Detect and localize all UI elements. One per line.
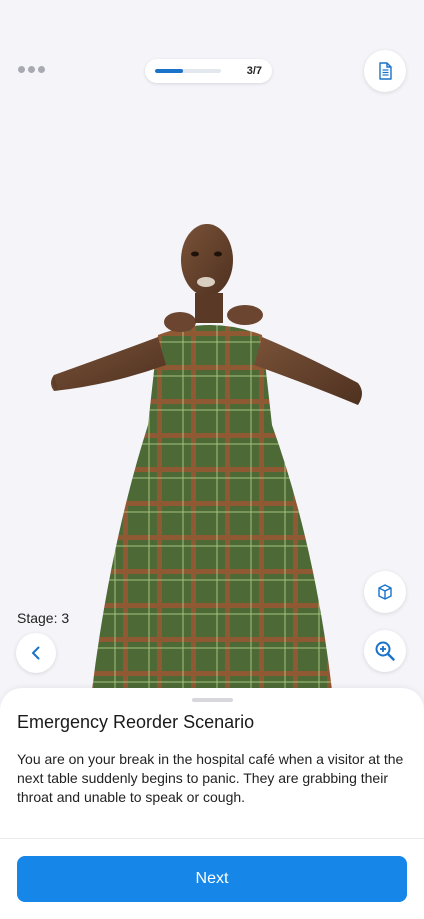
scenario-sheet: Emergency Reorder Scenario You are on yo… [0, 688, 424, 919]
document-icon [379, 62, 392, 80]
progress-bar-fill [155, 69, 184, 73]
divider [0, 838, 424, 839]
more-dots-icon[interactable] [18, 64, 46, 74]
document-button[interactable] [364, 50, 406, 92]
scenario-description: You are on your break in the hospital ca… [17, 751, 404, 805]
3d-view-button[interactable] [364, 571, 406, 613]
patient-3d-model [51, 224, 362, 690]
progress-indicator: 3/7 [145, 59, 272, 83]
back-button[interactable] [16, 633, 56, 673]
sheet-drag-handle[interactable] [192, 698, 233, 702]
zoom-in-icon [375, 641, 395, 661]
next-button[interactable]: Next [17, 856, 407, 902]
progress-bar [155, 69, 221, 73]
zoom-in-button[interactable] [364, 630, 406, 672]
chevron-left-icon [32, 646, 40, 660]
stage-label: Stage: 3 [17, 610, 70, 626]
scenario-title: Emergency Reorder Scenario [17, 712, 255, 732]
progress-text: 3/7 [246, 65, 262, 77]
cube-icon [378, 584, 392, 600]
